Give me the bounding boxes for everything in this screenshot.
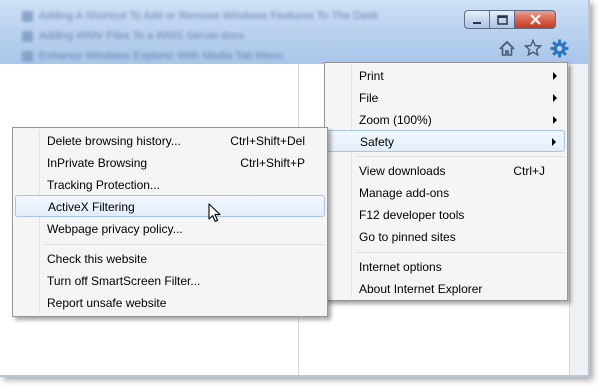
menu-item-inprivate[interactable]: InPrivate Browsing Ctrl+Shift+P: [15, 152, 325, 174]
menu-item-report-unsafe[interactable]: Report unsafe website: [15, 292, 325, 314]
menu-separator: [355, 156, 565, 157]
submenu-arrow-icon: [552, 138, 556, 146]
menu-item-pinned-sites[interactable]: Go to pinned sites: [327, 226, 565, 248]
menu-separator: [43, 244, 325, 245]
menu-item-check-website[interactable]: Check this website: [15, 248, 325, 270]
menu-item-delete-history[interactable]: Delete browsing history... Ctrl+Shift+Del: [15, 130, 325, 152]
menu-item-zoom[interactable]: Zoom (100%): [327, 109, 565, 131]
menu-item-internet-options[interactable]: Internet options: [327, 256, 565, 278]
window-controls: [464, 10, 556, 30]
close-button[interactable]: [514, 10, 556, 29]
favorites-button[interactable]: [523, 38, 543, 58]
menu-item-manage-addons[interactable]: Manage add-ons: [327, 182, 565, 204]
minimize-button[interactable]: [464, 10, 489, 29]
menu-item-privacy-policy[interactable]: Webpage privacy policy...: [15, 218, 325, 240]
maximize-icon: [496, 14, 508, 25]
menu-item-tracking-protection[interactable]: Tracking Protection...: [15, 174, 325, 196]
blurred-tab-row: Adding A Shortcut To Add or Remove Windo…: [22, 10, 442, 24]
safety-submenu: Delete browsing history... Ctrl+Shift+Del…: [12, 127, 328, 317]
tools-button[interactable]: [549, 38, 569, 58]
menu-item-print[interactable]: Print: [327, 65, 565, 87]
vertical-scrollbar[interactable]: [569, 64, 588, 375]
home-icon: [499, 40, 515, 56]
blurred-tab-row: Adding WMV Files To a WMS Server.docx: [22, 30, 442, 44]
tools-gear-icon: [550, 39, 568, 57]
tools-menu: Print File Zoom (100%) Safety View downl…: [324, 62, 568, 301]
toolbar-icons: [497, 38, 569, 58]
menu-item-smartscreen[interactable]: Turn off SmartScreen Filter...: [15, 270, 325, 292]
menu-item-activex-filtering[interactable]: ActiveX Filtering: [15, 195, 325, 217]
minimize-icon: [473, 21, 481, 24]
submenu-arrow-icon: [553, 116, 557, 124]
menu-item-view-downloads[interactable]: View downloads Ctrl+J: [327, 160, 565, 182]
menu-separator: [355, 252, 565, 253]
submenu-arrow-icon: [553, 94, 557, 102]
title-bar: Adding A Shortcut To Add or Remove Windo…: [0, 0, 588, 64]
maximize-button[interactable]: [489, 10, 514, 29]
menu-item-f12-developer-tools[interactable]: F12 developer tools: [327, 204, 565, 226]
submenu-arrow-icon: [553, 72, 557, 80]
menu-item-about-ie[interactable]: About Internet Explorer: [327, 278, 565, 300]
home-button[interactable]: [497, 38, 517, 58]
favorites-star-icon: [524, 39, 542, 57]
mouse-cursor-icon: [208, 203, 221, 222]
menu-item-safety[interactable]: Safety: [327, 130, 565, 152]
menu-item-file[interactable]: File: [327, 87, 565, 109]
close-icon: [529, 14, 541, 25]
